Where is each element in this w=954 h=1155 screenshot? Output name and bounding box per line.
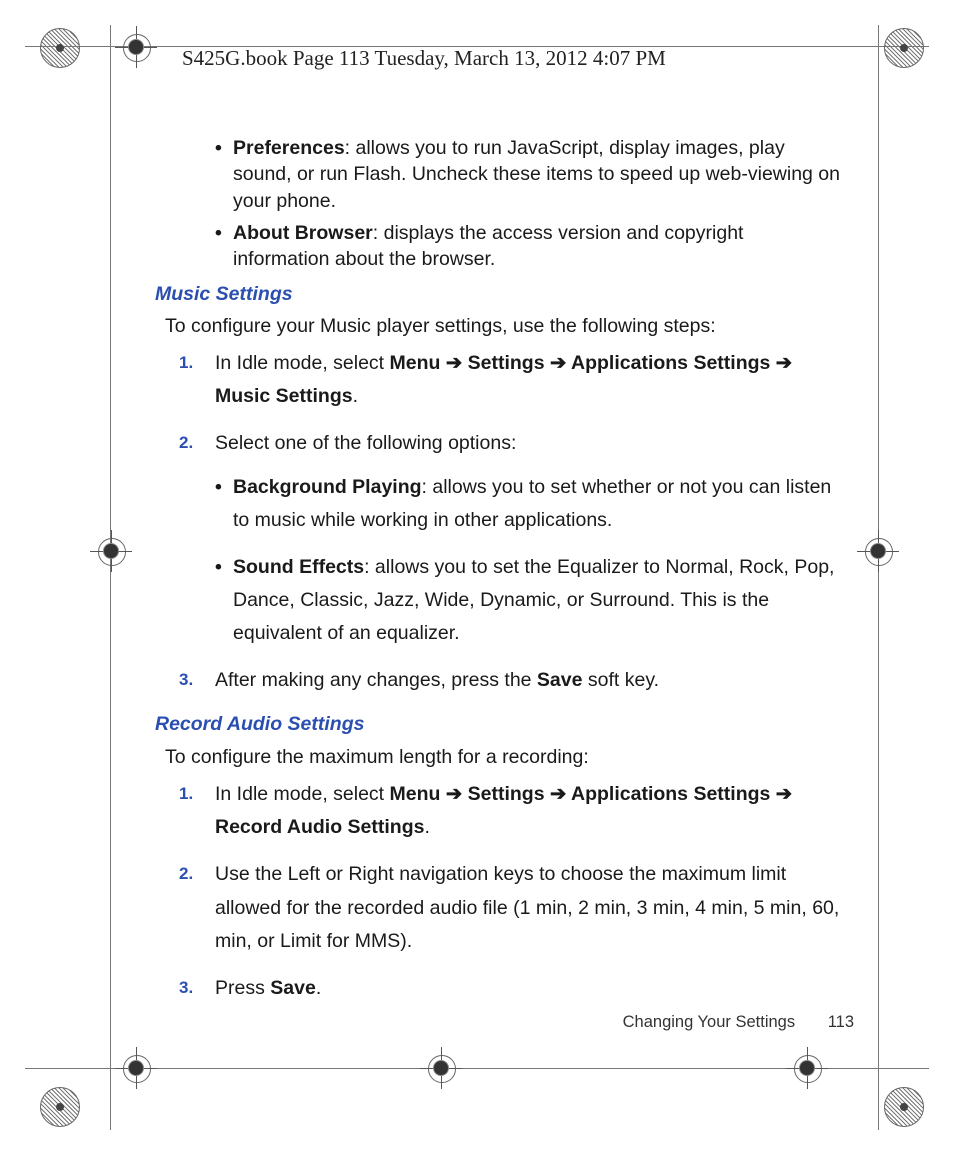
list-item: Preferences: allows you to run JavaScrip… [233, 135, 845, 214]
footer-section: Changing Your Settings [623, 1013, 795, 1031]
step-item: 3. After making any changes, press the S… [215, 664, 845, 697]
registration-corner-icon [884, 28, 924, 68]
registration-corner-icon [40, 1087, 80, 1127]
section-heading-music: Music Settings [155, 281, 845, 307]
page-content: Preferences: allows you to run JavaScrip… [155, 135, 845, 1019]
record-intro: To configure the maximum length for a re… [165, 744, 845, 770]
section-heading-record: Record Audio Settings [155, 711, 845, 737]
registration-mark-icon [115, 1047, 157, 1089]
registration-mark-icon [90, 530, 132, 572]
step-item: 3. Press Save. [215, 972, 845, 1005]
page-footer: Changing Your Settings 113 [623, 1013, 854, 1032]
registration-corner-icon [40, 28, 80, 68]
crop-line-right [878, 25, 879, 1130]
list-item: Sound Effects: allows you to set the Equ… [233, 551, 845, 650]
step-item: 2. Select one of the following options: … [215, 427, 845, 650]
music-steps: 1. In Idle mode, select Menu ➔ Settings … [155, 347, 845, 697]
record-steps: 1. In Idle mode, select Menu ➔ Settings … [155, 778, 845, 1005]
browser-bullets: Preferences: allows you to run JavaScrip… [155, 135, 845, 273]
list-item: About Browser: displays the access versi… [233, 220, 845, 273]
page-number: 113 [828, 1013, 854, 1031]
step-item: 2. Use the Left or Right navigation keys… [215, 858, 845, 957]
registration-mark-icon [786, 1047, 828, 1089]
step-item: 1. In Idle mode, select Menu ➔ Settings … [215, 778, 845, 844]
registration-corner-icon [884, 1087, 924, 1127]
registration-mark-icon [420, 1047, 462, 1089]
music-sub-bullets: Background Playing: allows you to set wh… [215, 471, 845, 651]
crop-line-left [110, 25, 111, 1130]
registration-mark-icon [857, 530, 899, 572]
registration-mark-icon [115, 26, 157, 68]
music-intro: To configure your Music player settings,… [165, 313, 845, 339]
step-item: 1. In Idle mode, select Menu ➔ Settings … [215, 347, 845, 413]
list-item: Background Playing: allows you to set wh… [233, 471, 845, 537]
print-header: S425G.book Page 113 Tuesday, March 13, 2… [182, 46, 666, 71]
